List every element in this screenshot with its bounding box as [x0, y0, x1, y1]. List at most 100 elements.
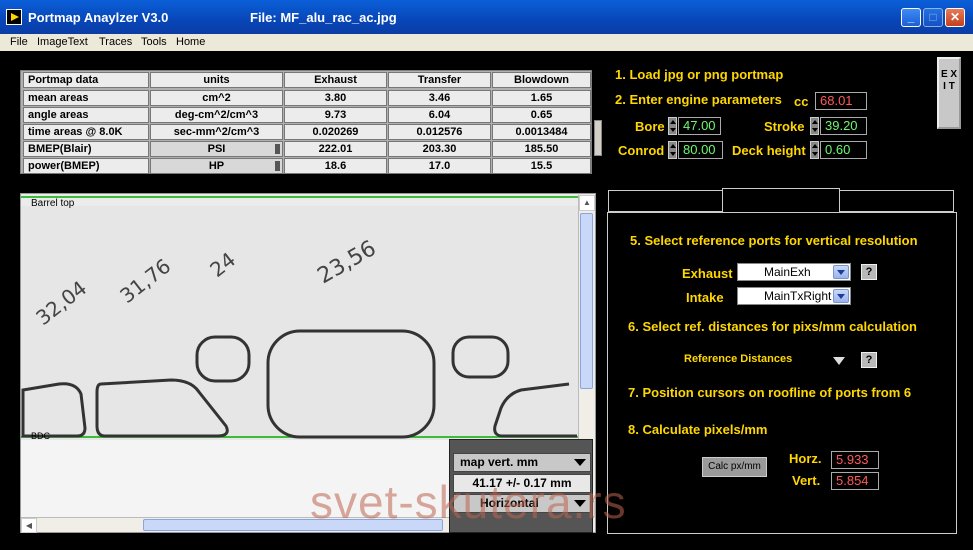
intake-port-value: MainTxRight	[764, 289, 832, 303]
step-1-label: 1. Load jpg or png portmap	[615, 67, 784, 82]
scroll-up-icon[interactable]: ▲	[579, 195, 595, 211]
bore-field[interactable]: 47.00	[678, 117, 721, 135]
table-row-label: power(BMEP)	[23, 158, 149, 174]
select-handle-icon[interactable]	[275, 161, 280, 171]
tab-panel	[607, 212, 957, 534]
table-cell: 3.46	[388, 90, 491, 106]
deck-height-spinner[interactable]	[810, 141, 819, 159]
table-cell: 222.01	[284, 141, 387, 157]
table-cell: 6.04	[388, 107, 491, 123]
table-row-label: BMEP(Blair)	[23, 141, 149, 157]
scroll-left-icon[interactable]: ◀	[21, 518, 37, 533]
portmap-data-table: Portmap data units Exhaust Transfer Blow…	[20, 70, 592, 174]
table-header: units	[150, 72, 283, 88]
table-row-label: angle areas	[23, 107, 149, 123]
deck-height-field[interactable]: 0.60	[820, 141, 867, 159]
table-cell: 0.0013484	[492, 124, 591, 140]
table-cell: 1.65	[492, 90, 591, 106]
tab-3[interactable]	[839, 190, 954, 212]
table-header: Blowdown	[492, 72, 591, 88]
dropdown-arrow-icon[interactable]	[833, 289, 849, 303]
intake-port-select[interactable]: MainTxRight	[737, 287, 851, 305]
cc-field[interactable]: 68.01	[815, 92, 867, 110]
power-unit-select[interactable]: HP	[150, 158, 283, 174]
table-cell: cm^2	[150, 90, 283, 106]
table-cell: 3.80	[284, 90, 387, 106]
title-bar: Portmap Anaylzer V3.0 File: MF_alu_rac_a…	[0, 0, 973, 34]
step-2-label: 2. Enter engine parameters	[615, 92, 782, 107]
help-button[interactable]: ?	[861, 264, 877, 280]
table-cell: 0.65	[492, 107, 591, 123]
vert-label: Vert.	[792, 473, 821, 488]
menu-bar: File ImageText Traces Tools Home	[0, 34, 973, 51]
tab-2-active[interactable]	[722, 188, 840, 213]
table-cell: 9.73	[284, 107, 387, 123]
table-cell: 185.50	[492, 141, 591, 157]
tab-1[interactable]	[608, 190, 723, 212]
menu-home[interactable]: Home	[176, 36, 205, 48]
reference-distances-select[interactable]: Reference Distances	[684, 353, 792, 365]
barrel-top-label: Barrel top	[31, 198, 75, 209]
maximize-button[interactable]: □	[923, 8, 943, 27]
scroll-thumb[interactable]	[580, 213, 593, 389]
step-6-label: 6. Select ref. distances for pixs/mm cal…	[628, 319, 917, 334]
dropdown-arrow-icon[interactable]	[574, 459, 586, 466]
map-mode-select[interactable]: map vert. mm	[453, 453, 591, 472]
table-cell: sec-mm^2/cm^3	[150, 124, 283, 140]
table-header: Transfer	[388, 72, 491, 88]
table-header: Portmap data	[23, 72, 149, 88]
exhaust-port-select[interactable]: MainExh	[737, 263, 851, 281]
map-mode-value: map vert. mm	[460, 455, 539, 469]
unit-value: HP	[208, 160, 225, 172]
exit-button[interactable]: E X I T	[937, 57, 961, 129]
deck-height-label: Deck height	[732, 143, 806, 158]
step-8-label: 8. Calculate pixels/mm	[628, 422, 768, 437]
select-handle-icon[interactable]	[275, 144, 280, 154]
table-cell: 0.020269	[284, 124, 387, 140]
horz-label: Horz.	[789, 451, 822, 466]
bdc-label: BDC	[31, 431, 51, 441]
minimize-button[interactable]: _	[901, 8, 921, 27]
close-button[interactable]: ✕	[945, 8, 965, 27]
stroke-field[interactable]: 39.20	[820, 117, 867, 135]
app-icon	[6, 9, 22, 25]
conrod-spinner[interactable]	[668, 141, 677, 159]
calc-px-mm-button[interactable]: Calc px/mm	[702, 457, 767, 477]
exhaust-label: Exhaust	[682, 266, 733, 281]
table-row-label: mean areas	[23, 90, 149, 106]
conrod-label: Conrod	[618, 143, 665, 158]
window-title: Portmap Anaylzer V3.0	[28, 10, 169, 25]
watermark: svet-skutera.rs	[310, 476, 627, 528]
horz-value: 5.933	[831, 451, 879, 469]
pressure-unit-select[interactable]: PSI	[150, 141, 283, 157]
stroke-spinner[interactable]	[810, 117, 819, 135]
bore-spinner[interactable]	[668, 117, 677, 135]
table-cell: deg-cm^2/cm^3	[150, 107, 283, 123]
table-cell: 0.012576	[388, 124, 491, 140]
cc-label: cc	[794, 94, 809, 109]
table-cell: 203.30	[388, 141, 491, 157]
table-cell: 15.5	[492, 158, 591, 174]
table-scrollbar[interactable]	[594, 120, 602, 156]
conrod-field[interactable]: 80.00	[678, 141, 723, 159]
menu-file[interactable]: File	[10, 36, 28, 48]
step-5-label: 5. Select reference ports for vertical r…	[630, 233, 918, 248]
help-button[interactable]: ?	[861, 352, 877, 368]
menu-tools[interactable]: Tools	[141, 36, 167, 48]
unit-value: PSI	[207, 143, 226, 155]
file-name-label: File: MF_alu_rac_ac.jpg	[250, 10, 397, 25]
menu-traces[interactable]: Traces	[99, 36, 132, 48]
vert-value: 5.854	[831, 472, 879, 490]
bore-label: Bore	[635, 119, 665, 134]
dropdown-arrow-icon[interactable]	[833, 357, 845, 365]
intake-label: Intake	[686, 290, 724, 305]
table-row-label: time areas @ 8.0K	[23, 124, 149, 140]
table-header: Exhaust	[284, 72, 387, 88]
table-cell: 18.6	[284, 158, 387, 174]
menu-imagetext[interactable]: ImageText	[37, 36, 88, 48]
dropdown-arrow-icon[interactable]	[833, 265, 849, 279]
exhaust-port-value: MainExh	[764, 265, 811, 279]
step-7-label: 7. Position cursors on roofline of ports…	[628, 385, 912, 400]
table-cell: 17.0	[388, 158, 491, 174]
stroke-label: Stroke	[764, 119, 805, 134]
